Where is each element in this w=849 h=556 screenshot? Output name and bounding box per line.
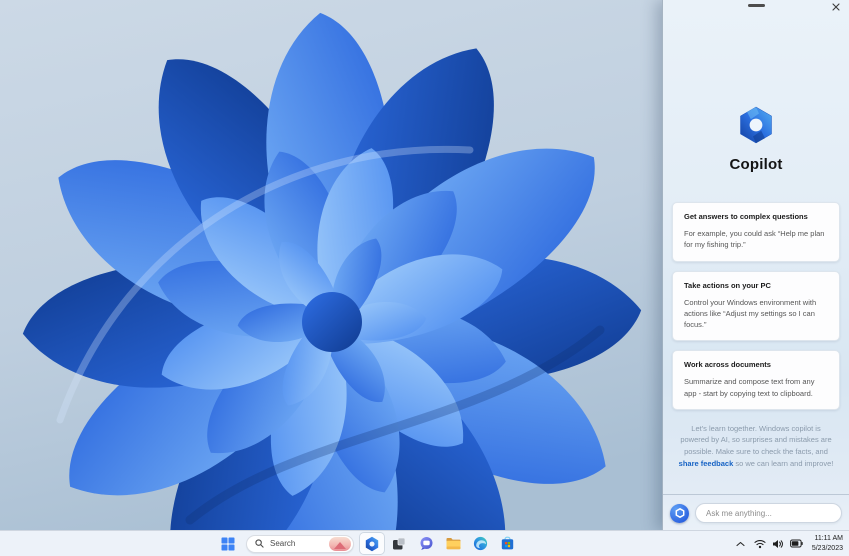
- task-view-icon: [392, 537, 406, 551]
- tray-time: 11:11 AM: [809, 534, 843, 543]
- chevron-up-icon: [736, 541, 745, 547]
- edge-button[interactable]: [468, 533, 492, 554]
- copilot-title: Copilot: [663, 156, 849, 173]
- suggestion-cards: Get answers to complex questions For exa…: [663, 202, 849, 410]
- search-label: Search: [270, 539, 323, 548]
- card-title: Get answers to complex questions: [684, 212, 828, 221]
- clock[interactable]: 11:11 AM 5/23/2023: [809, 534, 846, 552]
- chat-button[interactable]: [414, 533, 438, 554]
- quick-settings-button[interactable]: [754, 539, 803, 549]
- close-button[interactable]: [829, 1, 843, 13]
- copilot-logo-icon: [736, 105, 776, 145]
- card-body: Control your Windows environment with ac…: [684, 297, 828, 331]
- card-complex-questions: Get answers to complex questions For exa…: [672, 202, 840, 262]
- card-body: For example, you could ask “Help me plan…: [684, 228, 828, 251]
- close-icon: [832, 3, 840, 11]
- disclaimer-text: Let's learn together. Windows copilot is…: [676, 423, 836, 470]
- system-tray: 11:11 AM 5/23/2023: [732, 531, 846, 556]
- copilot-icon: [364, 536, 380, 552]
- volume-icon: [772, 539, 784, 549]
- copilot-sidebar: Copilot Get answers to complex questions…: [662, 0, 849, 531]
- card-take-actions: Take actions on your PC Control your Win…: [672, 271, 840, 342]
- microsoft-store-button[interactable]: [495, 533, 519, 554]
- taskbar: Search: [0, 530, 849, 556]
- start-button[interactable]: [216, 533, 240, 554]
- desktop-screen: { "colors": { "accent_blue": "#1763c4", …: [0, 0, 849, 556]
- card-title: Work across documents: [684, 360, 828, 369]
- card-work-documents: Work across documents Summarize and comp…: [672, 350, 840, 410]
- search-box[interactable]: Search: [246, 535, 354, 553]
- search-icon: [255, 539, 264, 548]
- ask-bar: [663, 494, 849, 531]
- task-view-button[interactable]: [387, 533, 411, 554]
- copilot-hex-icon: [675, 508, 685, 518]
- windows-logo-icon: [221, 537, 235, 551]
- chat-icon: [419, 536, 434, 551]
- battery-icon: [790, 539, 803, 548]
- store-icon: [500, 536, 515, 551]
- taskbar-center: Search: [216, 531, 519, 556]
- share-feedback-link[interactable]: share feedback: [679, 459, 734, 468]
- file-explorer-button[interactable]: [441, 533, 465, 554]
- ask-input[interactable]: [695, 503, 842, 523]
- hidden-icons-button[interactable]: [732, 533, 748, 554]
- disclaimer-before: Let's learn together. Windows copilot is…: [680, 424, 831, 456]
- drag-handle[interactable]: [748, 4, 765, 7]
- folder-icon: [446, 537, 461, 550]
- edge-icon: [473, 536, 488, 551]
- search-highlight-image: [329, 537, 351, 551]
- card-title: Take actions on your PC: [684, 281, 828, 290]
- card-body: Summarize and compose text from any app …: [684, 376, 828, 399]
- tray-date: 5/23/2023: [809, 544, 843, 553]
- taskbar-copilot-button[interactable]: [360, 533, 384, 554]
- wifi-icon: [754, 539, 766, 549]
- disclaimer-after: so we can learn and improve!: [733, 459, 833, 468]
- copilot-mini-button[interactable]: [670, 504, 689, 523]
